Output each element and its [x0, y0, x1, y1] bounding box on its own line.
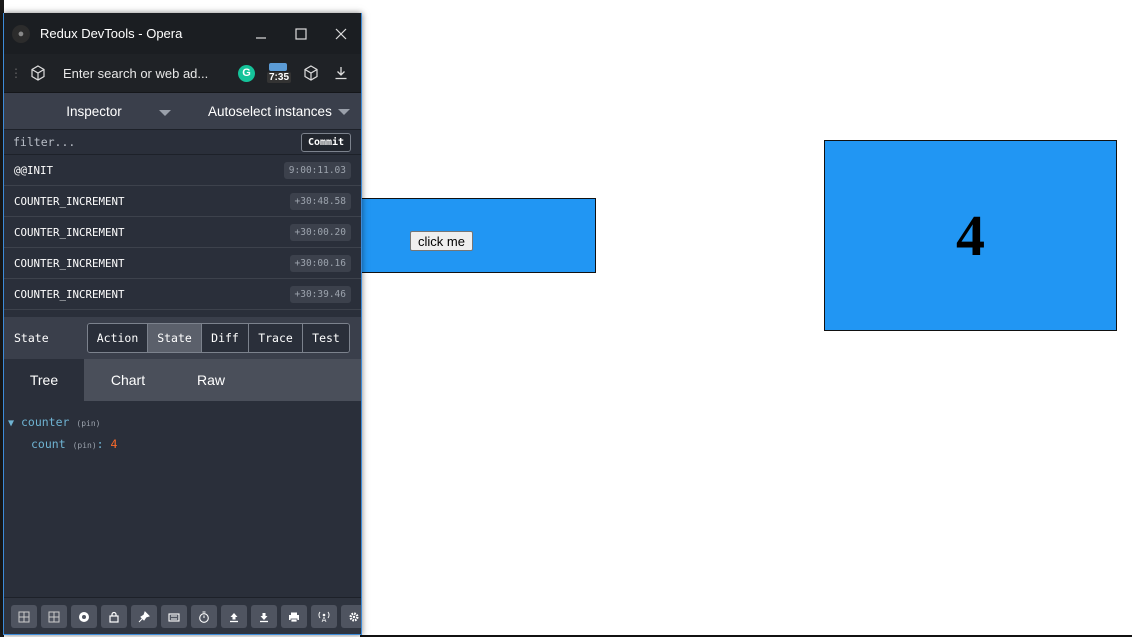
- click-me-button[interactable]: click me: [410, 231, 473, 251]
- monitor-select[interactable]: Inspector: [4, 104, 184, 119]
- instance-label: Autoselect instances: [208, 103, 332, 119]
- print-button[interactable]: [281, 605, 307, 628]
- record-icon: [79, 611, 89, 622]
- timer-icon: [199, 611, 209, 623]
- count-display: 4: [956, 203, 985, 268]
- print-icon: [289, 612, 299, 622]
- tab-test[interactable]: Test: [303, 324, 349, 352]
- tab-tree[interactable]: Tree: [4, 359, 84, 401]
- upload-button[interactable]: [221, 605, 247, 628]
- download-icon[interactable]: [333, 65, 349, 81]
- tab-action[interactable]: Action: [88, 324, 148, 352]
- pin-icon: [138, 610, 150, 622]
- action-time: 9:00:11.03: [283, 161, 351, 179]
- maximize-icon: [295, 27, 307, 40]
- commit-button[interactable]: Commit: [301, 132, 351, 152]
- upload-icon: [230, 612, 238, 622]
- keyboard-icon: [168, 612, 180, 622]
- state-toolbar: State Action State Diff Trace Test: [4, 317, 361, 359]
- grammarly-icon[interactable]: G: [238, 64, 255, 82]
- state-tab-group: Action State Diff Trace Test: [87, 323, 350, 353]
- action-name: COUNTER_INCREMENT: [14, 256, 125, 270]
- lock-button[interactable]: [101, 605, 127, 628]
- pin-button[interactable]: [131, 605, 157, 628]
- state-panel-title: State: [14, 331, 49, 345]
- extension-badge: 7:35: [267, 72, 291, 83]
- minimize-button[interactable]: [241, 13, 281, 54]
- view-tabs: Tree Chart Raw: [4, 359, 361, 401]
- tree-value: 4: [110, 437, 118, 451]
- drag-handle-icon[interactable]: ⋮: [10, 67, 22, 79]
- action-item[interactable]: COUNTER_INCREMENT +30:00.20: [4, 217, 361, 248]
- settings-button[interactable]: [341, 605, 361, 628]
- lock-icon: [109, 611, 119, 623]
- action-name: @@INIT: [14, 163, 54, 177]
- action-item[interactable]: COUNTER_INCREMENT +30:39.46: [4, 279, 361, 310]
- download-icon: [260, 612, 268, 622]
- maximize-button[interactable]: [281, 13, 321, 54]
- remote-button[interactable]: A: [311, 605, 337, 628]
- minimize-icon: [256, 36, 266, 39]
- cube-icon[interactable]: [30, 65, 46, 81]
- window-title: Redux DevTools - Opera: [40, 26, 183, 41]
- expand-arrow-icon[interactable]: ▼: [8, 418, 14, 429]
- action-item[interactable]: @@INIT 9:00:11.03: [4, 155, 361, 186]
- devtools-window: ● Redux DevTools - Opera ⋮ Enter search …: [3, 13, 362, 635]
- action-time: +30:00.16: [289, 254, 351, 272]
- instance-select[interactable]: Autoselect instances: [184, 104, 361, 119]
- app-icon: ●: [12, 24, 30, 43]
- record-button[interactable]: [71, 605, 97, 628]
- tree-node-count: count (pin): 4: [31, 437, 118, 451]
- dock-left-icon: [18, 611, 30, 622]
- counter-button-panel: [355, 198, 596, 273]
- svg-text:A: A: [322, 616, 327, 623]
- action-name: COUNTER_INCREMENT: [14, 225, 125, 239]
- dock-bottom-button[interactable]: [41, 605, 67, 628]
- pin-link[interactable]: (pin): [73, 441, 97, 450]
- filter-row: Commit: [4, 129, 361, 155]
- tab-trace[interactable]: Trace: [249, 324, 303, 352]
- tab-diff[interactable]: Diff: [202, 324, 249, 352]
- extensions-cube-icon[interactable]: [303, 65, 319, 81]
- action-name: COUNTER_INCREMENT: [14, 287, 125, 301]
- pin-link[interactable]: (pin): [76, 419, 100, 428]
- tab-chart[interactable]: Chart: [84, 359, 172, 401]
- monitor-bar: Inspector Autoselect instances: [4, 93, 361, 129]
- state-tree: ▼ counter (pin) count (pin): 4: [4, 401, 361, 597]
- dock-bottom-icon: [48, 611, 60, 622]
- action-time: +30:39.46: [289, 285, 351, 303]
- action-item[interactable]: COUNTER_INCREMENT +30:48.58: [4, 186, 361, 217]
- tree-key: counter: [20, 415, 70, 429]
- timer-extension-icon[interactable]: 7:35: [267, 61, 291, 85]
- action-name: COUNTER_INCREMENT: [14, 194, 125, 208]
- action-time: +30:00.20: [289, 223, 351, 241]
- remote-icon: A: [318, 611, 330, 623]
- keyboard-button[interactable]: [161, 605, 187, 628]
- settings-icon: [349, 612, 359, 621]
- count-panel: 4: [824, 140, 1117, 331]
- address-input[interactable]: Enter search or web ad...: [63, 66, 234, 81]
- download-button[interactable]: [251, 605, 277, 628]
- close-button[interactable]: [321, 13, 361, 54]
- timer-button[interactable]: [191, 605, 217, 628]
- dock-left-button[interactable]: [11, 605, 37, 628]
- action-list: @@INIT 9:00:11.03 COUNTER_INCREMENT +30:…: [4, 155, 361, 310]
- bottom-toolbar: A: [4, 597, 361, 634]
- title-bar: ● Redux DevTools - Opera: [4, 13, 361, 54]
- action-time: +30:48.58: [289, 192, 351, 210]
- chevron-down-icon: [337, 108, 350, 115]
- tab-raw[interactable]: Raw: [172, 359, 250, 401]
- filter-input[interactable]: [4, 134, 301, 150]
- tab-state[interactable]: State: [148, 324, 202, 352]
- tree-node-counter[interactable]: ▼ counter (pin): [8, 415, 100, 429]
- close-icon: [335, 28, 347, 39]
- address-bar: ⋮ Enter search or web ad... G 7:35: [4, 54, 361, 93]
- tree-key: count: [31, 437, 66, 451]
- chevron-down-icon: [159, 109, 171, 116]
- monitor-label: Inspector: [66, 103, 122, 119]
- action-item[interactable]: COUNTER_INCREMENT +30:00.16: [4, 248, 361, 279]
